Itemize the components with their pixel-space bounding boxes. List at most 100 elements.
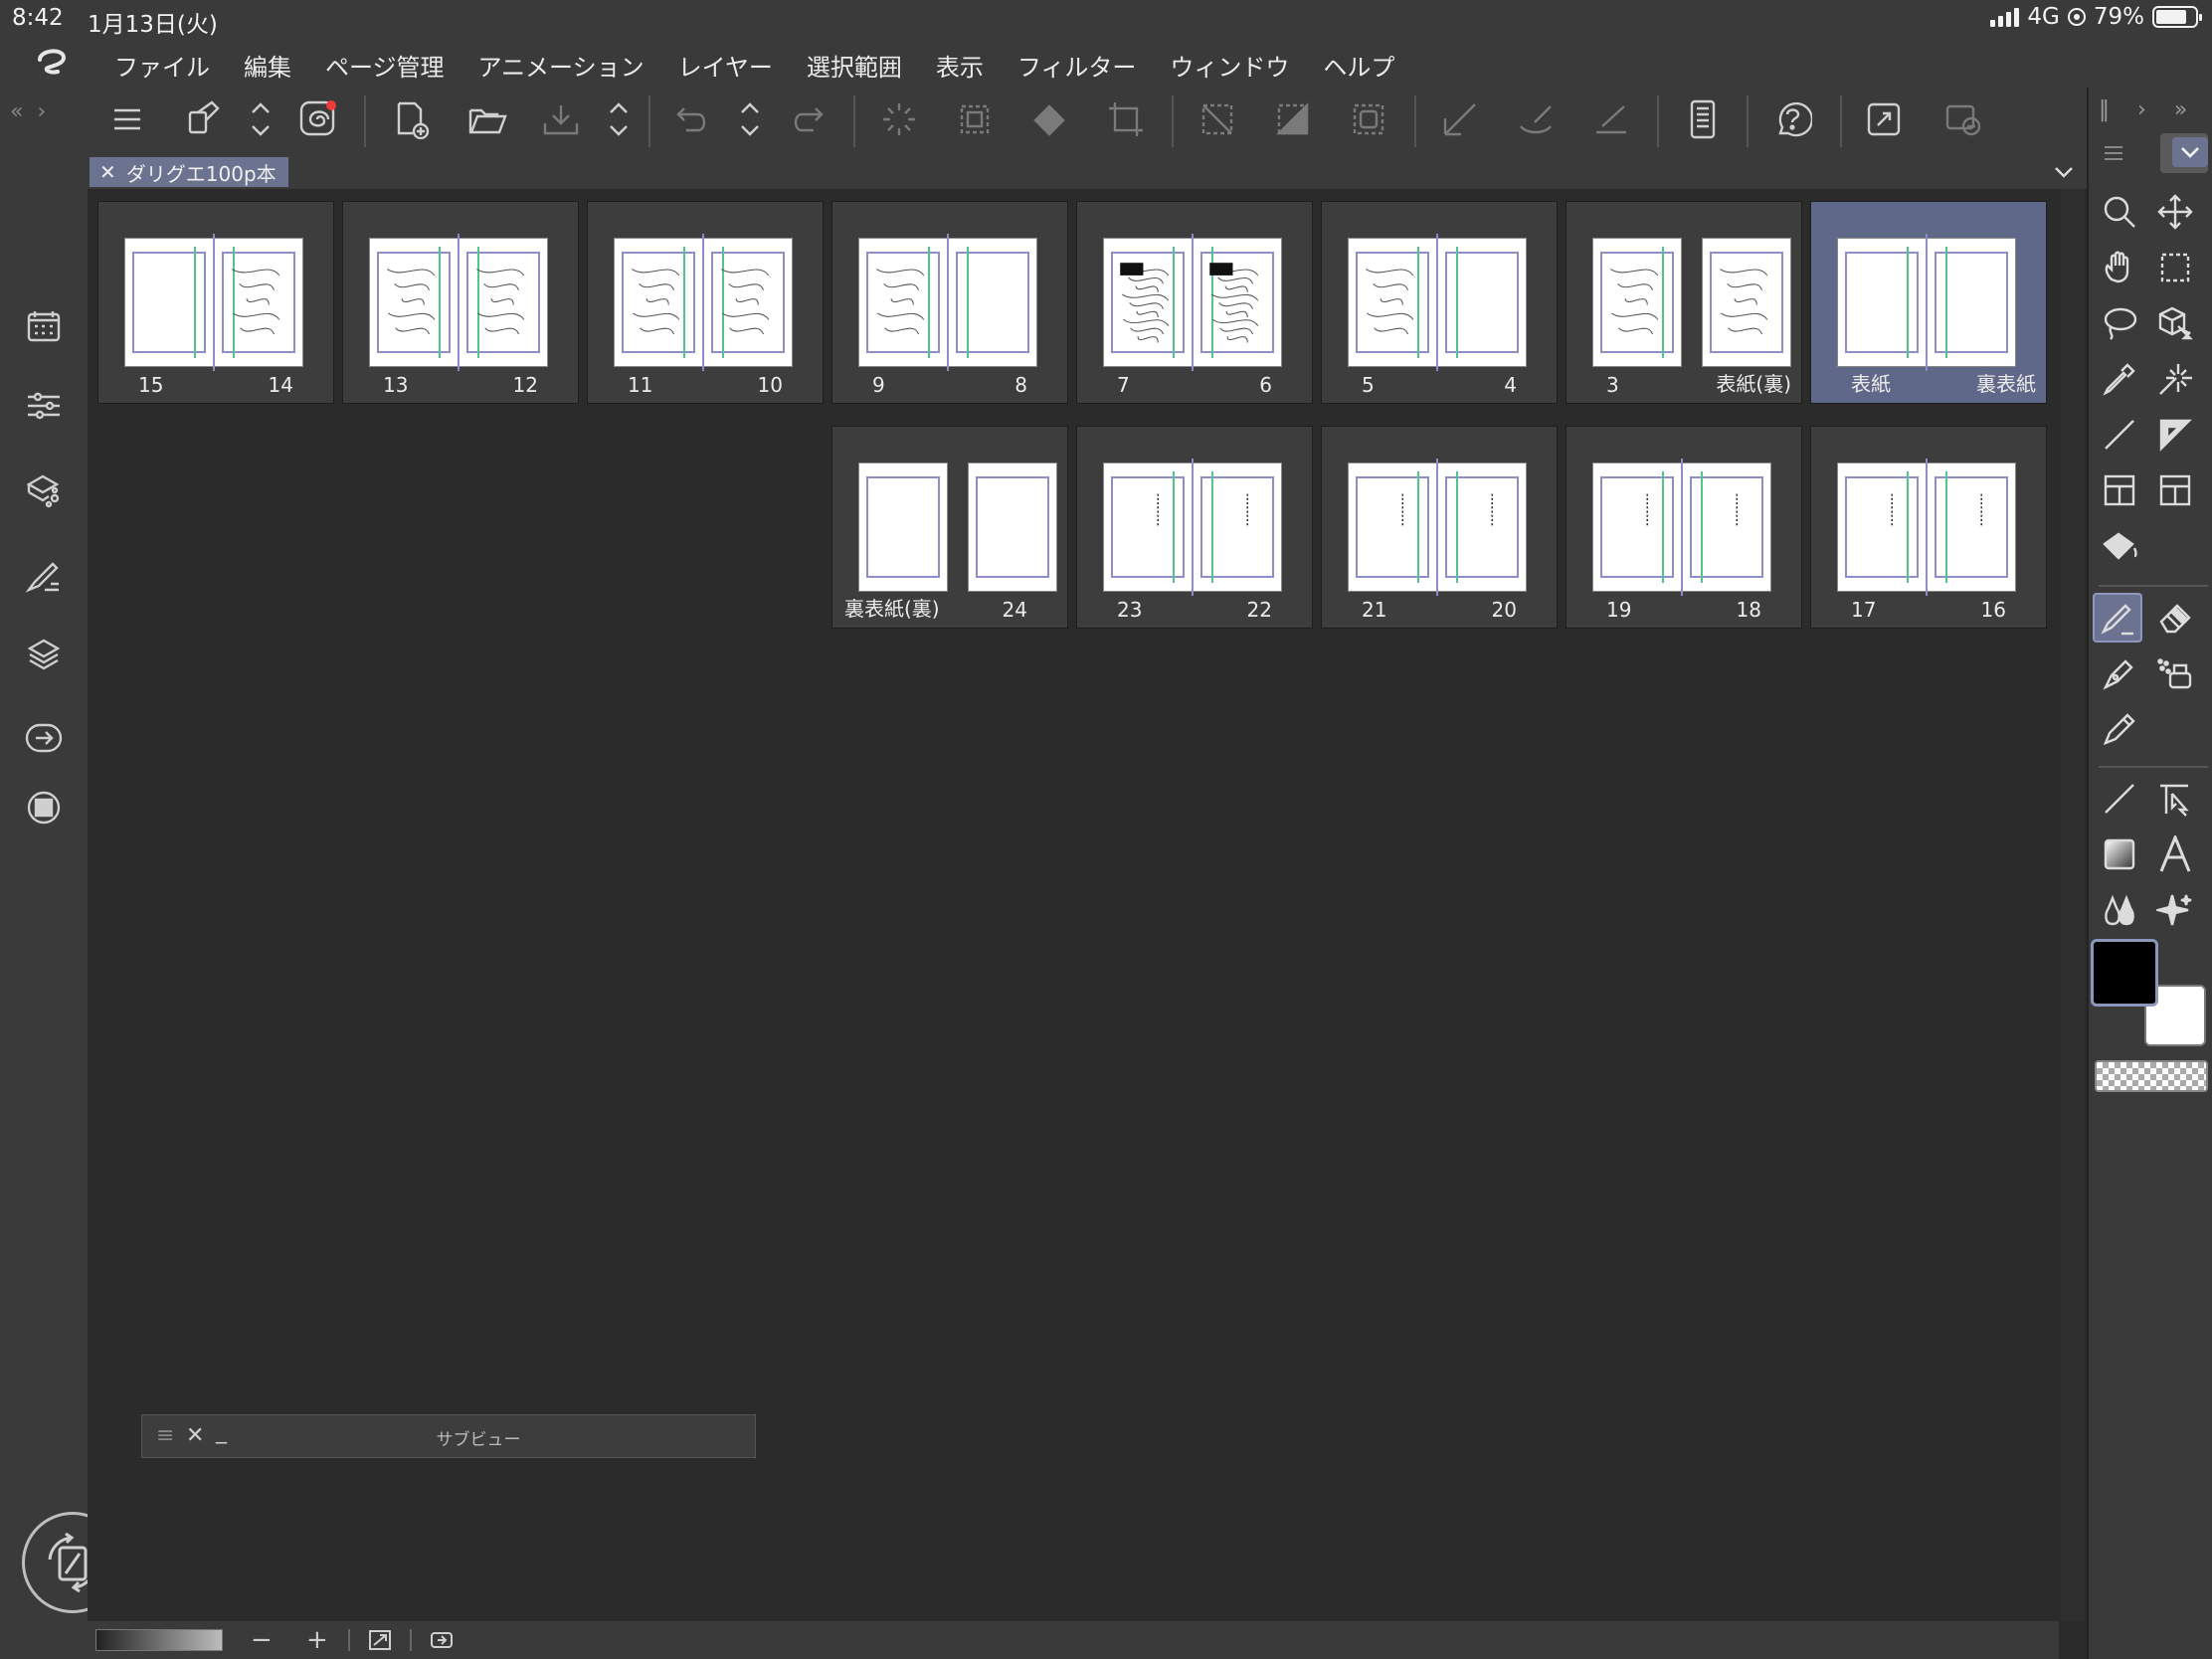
zoom-icon[interactable]	[2095, 187, 2144, 237]
special-ruler-snap-icon[interactable]	[1514, 97, 1558, 141]
page-spread[interactable]: 15 14	[97, 201, 334, 404]
page-number-right: 24	[1002, 598, 1027, 622]
menu-items: ファイル 編集 ページ管理 アニメーション レイヤー 選択範囲 表示 フィルター ウィンドウ ヘル…	[114, 48, 1394, 83]
app-logo-icon[interactable]	[34, 46, 70, 80]
menu-item[interactable]: 編集	[244, 48, 291, 83]
page-spread[interactable]: 13 12	[342, 201, 579, 404]
screen-capture-icon[interactable]	[1941, 97, 1985, 141]
help-icon[interactable]	[1770, 97, 1814, 141]
document-tab[interactable]: ✕ ダリグエ100p本	[90, 157, 288, 187]
menu-item[interactable]: ヘルプ	[1323, 48, 1394, 83]
fill-bucket-icon[interactable]	[181, 97, 225, 141]
eraser-icon[interactable]	[2150, 593, 2200, 643]
zoom-out-button[interactable]: −	[251, 1625, 273, 1655]
frame-icon[interactable]	[2095, 465, 2144, 515]
blend-icon[interactable]	[2095, 885, 2144, 935]
rotate-reset-icon[interactable]	[430, 1629, 454, 1651]
shrink-selection-icon[interactable]	[1347, 97, 1390, 141]
page-spread[interactable]: 98	[831, 201, 1068, 404]
menu-item[interactable]: アニメーション	[478, 48, 645, 83]
page-spread[interactable]: 76	[1076, 201, 1313, 404]
lasso-icon[interactable]	[2095, 298, 2144, 348]
move-icon[interactable]	[2150, 187, 2200, 237]
undo-icon[interactable]	[670, 97, 714, 141]
eyedropper-icon[interactable]	[2095, 354, 2144, 404]
panel-menu-icon[interactable]	[2103, 143, 2124, 163]
ruler-snap-icon[interactable]	[1438, 97, 1482, 141]
hand-icon[interactable]	[2095, 243, 2144, 292]
ruler-line-icon[interactable]	[2095, 410, 2144, 460]
expand-toggle-icon[interactable]	[239, 97, 282, 141]
main-color-swatch[interactable]	[2091, 939, 2158, 1007]
marker-icon[interactable]	[2095, 648, 2144, 698]
page-spread[interactable]: 21 20	[1321, 426, 1558, 629]
menu-item[interactable]: ウィンドウ	[1170, 48, 1289, 83]
brush-size-icon[interactable]	[22, 553, 66, 597]
operation-icon[interactable]	[2150, 774, 2200, 824]
redo-icon[interactable]	[786, 97, 830, 141]
menu-item[interactable]: フィルター	[1017, 48, 1137, 83]
page-spread[interactable]: 23 22	[1076, 426, 1313, 629]
device-icon[interactable]	[1681, 97, 1725, 141]
fullscreen-icon[interactable]	[1862, 97, 1906, 141]
pen-icon[interactable]	[2093, 593, 2142, 643]
page-number-right: 表紙(裏)	[1716, 372, 1791, 396]
auto-select-icon[interactable]	[2150, 354, 2200, 404]
save-icon[interactable]	[539, 97, 583, 141]
transparent-color-swatch[interactable]	[2095, 1060, 2208, 1092]
save-options-icon[interactable]	[597, 97, 641, 141]
history-toggle-icon[interactable]	[728, 97, 772, 141]
sub-tool-icon[interactable]	[22, 467, 66, 511]
transfer-icon[interactable]	[22, 716, 66, 760]
deselect-icon[interactable]	[1196, 97, 1239, 141]
tool-dropdown[interactable]	[2172, 137, 2208, 167]
page-spread[interactable]: 裏表紙(裏) 24	[831, 426, 1068, 629]
frame-cut-icon[interactable]	[2150, 465, 2200, 515]
zoom-slider[interactable]	[95, 1629, 223, 1651]
fit-page-icon[interactable]	[368, 1629, 392, 1651]
3d-object-icon[interactable]	[2150, 298, 2200, 348]
transform-icon[interactable]	[1104, 97, 1148, 141]
close-tab-icon[interactable]: ✕	[99, 160, 116, 184]
properties-icon[interactable]	[22, 384, 66, 428]
grid-snap-icon[interactable]	[1589, 97, 1633, 141]
sparkle-icon[interactable]	[2150, 885, 2200, 935]
text-icon[interactable]	[2150, 830, 2200, 879]
page-spread[interactable]: 54	[1321, 201, 1558, 404]
page-sketch	[476, 269, 525, 335]
spiral-icon[interactable]	[296, 97, 340, 141]
color-icon[interactable]	[22, 786, 66, 830]
collapse-left-panel-icon[interactable]: « ›	[10, 99, 46, 124]
fill-icon[interactable]	[2095, 521, 2144, 571]
new-page-icon[interactable]	[390, 97, 434, 141]
page-spread[interactable]: 3 表紙(裏)	[1566, 201, 1802, 404]
menu-icon[interactable]	[105, 97, 149, 141]
menu-item[interactable]: ファイル	[114, 48, 210, 83]
fill-selection-icon[interactable]	[1028, 97, 1072, 141]
menu-item[interactable]: 選択範囲	[807, 48, 902, 83]
open-folder-icon[interactable]	[465, 97, 509, 141]
gradient-icon[interactable]	[2095, 830, 2144, 879]
page-spread[interactable]: 11 10	[587, 201, 824, 404]
invert-selection-icon[interactable]	[1271, 97, 1315, 141]
marquee-icon[interactable]	[2150, 243, 2200, 292]
menu-item[interactable]: レイヤー	[678, 48, 773, 83]
page-spread[interactable]: 17 16	[1810, 426, 2047, 629]
page-spread[interactable]: 19 18	[1566, 426, 1802, 629]
line-icon[interactable]	[2095, 774, 2144, 824]
chevron-down-icon[interactable]	[2053, 161, 2075, 183]
loading-icon[interactable]	[877, 97, 921, 141]
collapse-right-panel-icon[interactable]: ‖ ›»	[2099, 97, 2187, 122]
pencil-icon[interactable]	[2095, 704, 2144, 754]
selection-icon[interactable]	[953, 97, 997, 141]
subview-panel[interactable]: ≡ ✕ _ サブビュー	[141, 1414, 756, 1458]
menu-item[interactable]: 表示	[936, 48, 984, 83]
airbrush-icon[interactable]	[2150, 648, 2200, 698]
page-spread[interactable]: 表紙 裏表紙	[1810, 201, 2047, 404]
vertical-scrollbar[interactable]	[2061, 189, 2085, 1621]
zoom-in-button[interactable]: +	[306, 1625, 328, 1655]
ruler-triangle-icon[interactable]	[2150, 410, 2200, 460]
pages-icon[interactable]	[22, 304, 66, 348]
menu-item[interactable]: ページ管理	[325, 48, 445, 83]
layer-icon[interactable]	[22, 633, 66, 676]
